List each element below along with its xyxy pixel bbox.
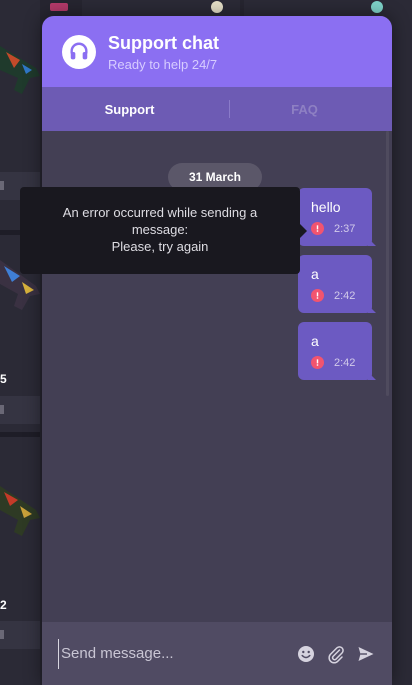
- message-text: a: [311, 333, 319, 349]
- error-icon[interactable]: [311, 289, 324, 302]
- chat-tabs: Support FAQ: [42, 87, 392, 131]
- emoji-icon[interactable]: [296, 644, 316, 664]
- attachment-icon[interactable]: [326, 644, 346, 664]
- rifle-item-image[interactable]: [0, 28, 40, 98]
- rifle-item-image[interactable]: [0, 478, 40, 548]
- tooltip-message: An error occurred while sending a messag…: [62, 205, 258, 237]
- chat-title: Support chat: [108, 32, 219, 53]
- item-thumbnail-icon[interactable]: [366, 0, 388, 14]
- tab-divider: [229, 100, 230, 118]
- divider: [0, 432, 40, 437]
- item-card-footer: [0, 396, 40, 424]
- item-card-footer: [0, 621, 40, 649]
- outgoing-message[interactable]: a 2:42: [298, 255, 372, 313]
- tab-support[interactable]: Support: [42, 102, 217, 117]
- send-icon[interactable]: [356, 644, 376, 664]
- item-price: 2: [0, 598, 7, 612]
- tooltip-retry-hint: Please, try again: [111, 239, 209, 254]
- scrollbar[interactable]: [386, 131, 389, 396]
- error-icon[interactable]: [311, 356, 324, 369]
- outgoing-message[interactable]: a 2:42: [298, 322, 372, 380]
- item-thumbnail-icon[interactable]: [48, 0, 70, 14]
- message-text: a: [311, 266, 319, 282]
- chat-header: Support chat Ready to help 24/7: [42, 16, 392, 87]
- headset-icon: [62, 34, 96, 69]
- message-time: 2:42: [334, 289, 356, 302]
- chat-subtitle: Ready to help 24/7: [108, 56, 218, 72]
- message-time: 2:42: [334, 356, 356, 369]
- error-tooltip: An error occurred while sending a messag…: [20, 187, 307, 274]
- item-price: 5: [0, 372, 7, 386]
- tab-faq[interactable]: FAQ: [217, 102, 392, 117]
- error-icon[interactable]: [311, 222, 324, 235]
- message-time: 2:37: [334, 222, 356, 235]
- message-composer: [42, 622, 392, 685]
- support-chat-widget: Support chat Ready to help 24/7 Support …: [42, 16, 392, 685]
- message-input[interactable]: [58, 638, 288, 669]
- background-column: [0, 0, 40, 685]
- item-thumbnail-icon[interactable]: [206, 0, 228, 14]
- message-text: hello: [311, 199, 341, 215]
- outgoing-message[interactable]: hello 2:37: [298, 188, 372, 246]
